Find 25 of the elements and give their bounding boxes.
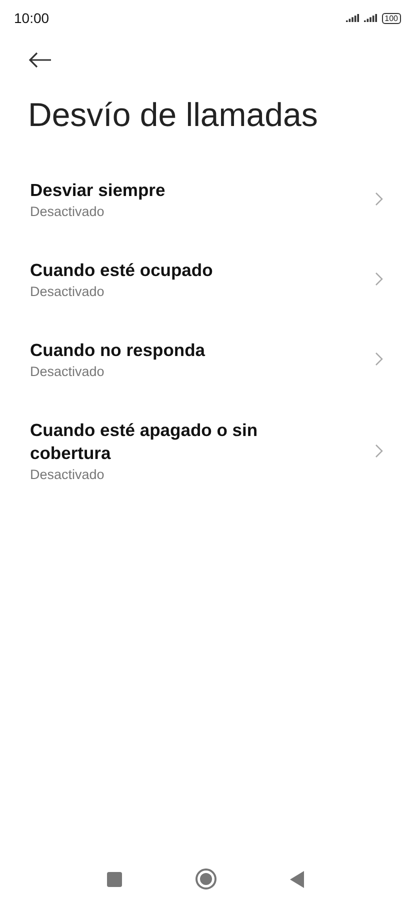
back-arrow-icon (28, 52, 52, 68)
chevron-icon (375, 352, 383, 366)
home-icon[interactable] (194, 868, 217, 890)
chevron-icon (375, 444, 383, 458)
settings-row[interactable]: Cuando esté ocupado Desactivado (0, 239, 411, 319)
row-status: Desactivado (30, 364, 106, 379)
row-title: Cuando esté ocupado (30, 259, 214, 282)
back-icon[interactable] (290, 870, 304, 888)
settings-row[interactable]: Cuando no responda Desactivado (0, 319, 411, 399)
row-status: Desactivado (30, 284, 106, 299)
settings-row[interactable]: Desviar siempre Desactivado (0, 159, 411, 239)
row-status: Desactivado (30, 204, 106, 219)
page-title: Desvío de llamadas (28, 95, 319, 135)
recents-icon[interactable] (106, 872, 122, 886)
row-title: Cuando esté apagado o sin cobertura (30, 419, 259, 465)
row-title: Desviar siempre (30, 179, 166, 202)
row-title: Cuando no responda (30, 339, 206, 362)
signal-icon (364, 14, 378, 22)
chevron-icon (375, 272, 383, 286)
signal-icon (346, 14, 360, 22)
status-time: 10:00 (14, 10, 50, 26)
row-status: Desactivado (30, 467, 106, 482)
battery-indicator: 100 (382, 12, 401, 24)
settings-row[interactable]: Cuando esté apagado o sin cobertura Desactivado (0, 399, 411, 502)
chevron-icon (375, 192, 383, 206)
